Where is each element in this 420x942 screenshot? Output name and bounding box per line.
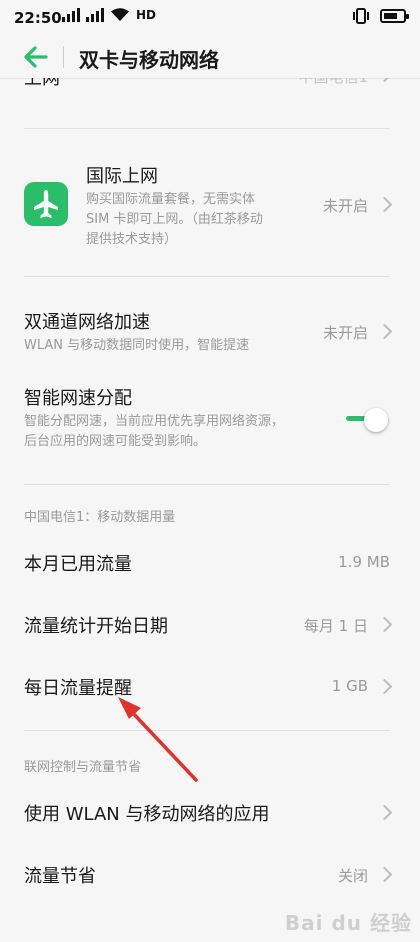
battery-icon [380,9,409,23]
smart-speed-toggle[interactable] [346,408,390,432]
settings-list[interactable]: 上网 中国电信1 国际上网 购买国际流量套餐，无需实体 SIM 卡即可上网。（由… [0,78,420,942]
chevron-right-icon [376,678,393,695]
row-desc-line-3: 提供技术支持） [86,232,178,247]
row-value: 未开启 [322,324,368,342]
settings-row-data-sim[interactable]: 上网 中国电信1 [0,78,420,100]
chevron-right-icon [376,804,393,821]
watermark: Bai du 经验 [284,911,412,935]
row-label: 智能网速分配 [24,388,132,409]
divider [24,484,390,485]
header-divider [63,46,64,68]
signal-2-icon [86,7,104,22]
divider [24,276,390,277]
row-desc-line-2: SIM 卡即可上网。（由红茶移动 [86,212,263,227]
chevron-right-icon [376,78,393,83]
airplane-glyph-icon [34,190,58,218]
row-value: 1 GB [331,677,368,695]
row-label: 使用 WLAN 与移动网络的应用 [24,804,270,825]
page-title: 双卡与移动网络 [79,48,219,72]
row-desc-line-1: 智能分配网速，当前应用优先享用网络资源， [24,414,285,429]
settings-row-wlan-apps[interactable]: 使用 WLAN 与移动网络的应用 [0,798,420,828]
settings-row-data-saver[interactable]: 流量节省 关闭 [0,860,420,890]
settings-row-monthly-used[interactable]: 本月已用流量 1.9 MB [0,548,420,578]
settings-row-intl-internet[interactable]: 国际上网 购买国际流量套餐，无需实体 SIM 卡即可上网。（由红茶移动 提供技术… [0,160,420,250]
bottom-edge [0,934,420,942]
chevron-right-icon [376,323,393,340]
row-label: 流量节省 [24,866,96,887]
status-time: 22:50 [14,9,62,27]
settings-row-daily-reminder[interactable]: 每日流量提醒 1 GB [0,672,420,702]
vibrate-icon [353,8,369,24]
row-value: 1.9 MB [338,553,390,571]
row-desc-line-2: 后台应用的网速可能受到影响。 [24,434,207,449]
chevron-right-icon [376,866,393,883]
divider [24,128,390,129]
airplane-icon [24,182,68,226]
network-type-label: HD [136,7,157,22]
row-desc: WLAN 与移动数据同时使用，智能提速 [24,338,250,353]
row-label: 上网 [24,78,60,89]
settings-row-dual-channel[interactable]: 双通道网络加速 WLAN 与移动数据同时使用，智能提速 未开启 [0,306,420,360]
toggle-knob [364,408,388,432]
chevron-right-icon [376,616,393,633]
row-label: 国际上网 [86,166,158,187]
row-label: 流量统计开始日期 [24,616,168,637]
app-bar: 双卡与移动网络 [0,36,420,79]
row-label: 双通道网络加速 [24,312,150,333]
row-label: 本月已用流量 [24,554,132,575]
row-value: 未开启 [322,197,368,215]
section-header-usage: 中国电信1：移动数据用量 [24,510,176,525]
wifi-icon [111,8,129,21]
row-desc-line-1: 购买国际流量套餐，无需实体 [86,192,256,207]
status-right [352,8,409,24]
section-header-control: 联网控制与流量节省 [24,760,142,775]
divider [24,730,390,731]
row-label: 每日流量提醒 [24,678,132,699]
settings-row-stats-start[interactable]: 流量统计开始日期 每月 1 日 [0,610,420,640]
chevron-right-icon [376,196,393,213]
back-arrow-icon[interactable] [22,44,50,70]
status-icons: HD [62,7,156,22]
row-value: 每月 1 日 [303,617,368,635]
row-value: 中国电信1 [298,78,368,87]
signal-icon [62,7,80,22]
settings-row-smart-speed[interactable]: 智能网速分配 智能分配网速，当前应用优先享用网络资源， 后台应用的网速可能受到影… [0,382,420,456]
row-value: 关闭 [337,867,368,885]
status-bar: 22:50 HD [0,0,420,36]
